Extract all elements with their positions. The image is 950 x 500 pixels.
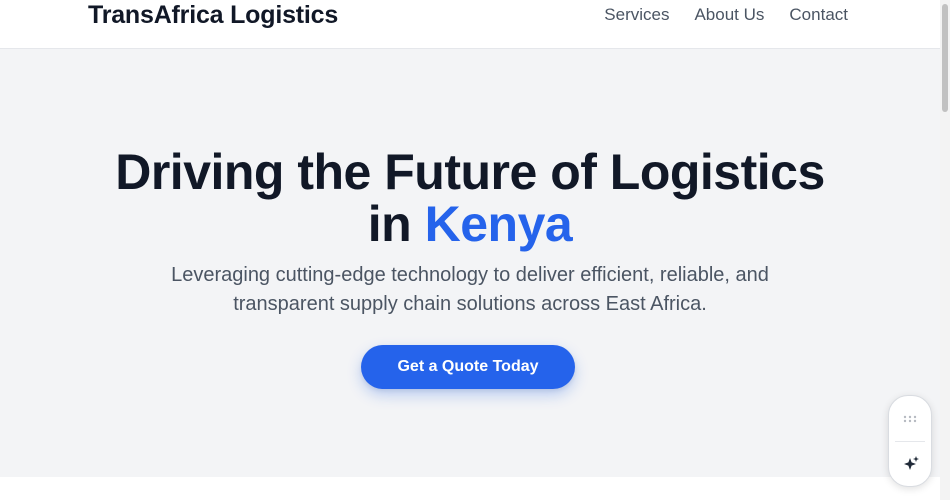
next-section-edge <box>0 477 940 500</box>
hero-subtitle: Leveraging cutting-edge technology to de… <box>171 264 769 315</box>
grip-icon[interactable] <box>903 415 917 423</box>
nav-link-contact[interactable]: Contact <box>789 5 848 25</box>
hero-title-line1: Driving the Future of Logistics <box>115 144 825 200</box>
nav-links: Services About Us Contact <box>604 5 848 25</box>
brand-logo-text[interactable]: TransAfrica Logistics <box>88 1 338 30</box>
sparkle-icon[interactable] <box>901 454 921 474</box>
get-quote-button[interactable]: Get a Quote Today <box>361 345 575 389</box>
hero-title: Driving the Future of Logistics in Kenya <box>0 146 940 250</box>
hero-section: Driving the Future of Logistics in Kenya… <box>0 49 940 477</box>
nav-link-about-us[interactable]: About Us <box>694 5 764 25</box>
floating-assistant-widget <box>888 395 932 487</box>
widget-divider <box>895 441 925 442</box>
hero-title-prefix: in <box>367 196 412 252</box>
nav-link-services[interactable]: Services <box>604 5 669 25</box>
page-scrollbar[interactable] <box>940 0 950 500</box>
hero-title-highlight: Kenya <box>424 196 573 252</box>
scrollbar-thumb[interactable] <box>942 4 948 112</box>
top-navigation: TransAfrica Logistics Services About Us … <box>0 0 940 49</box>
